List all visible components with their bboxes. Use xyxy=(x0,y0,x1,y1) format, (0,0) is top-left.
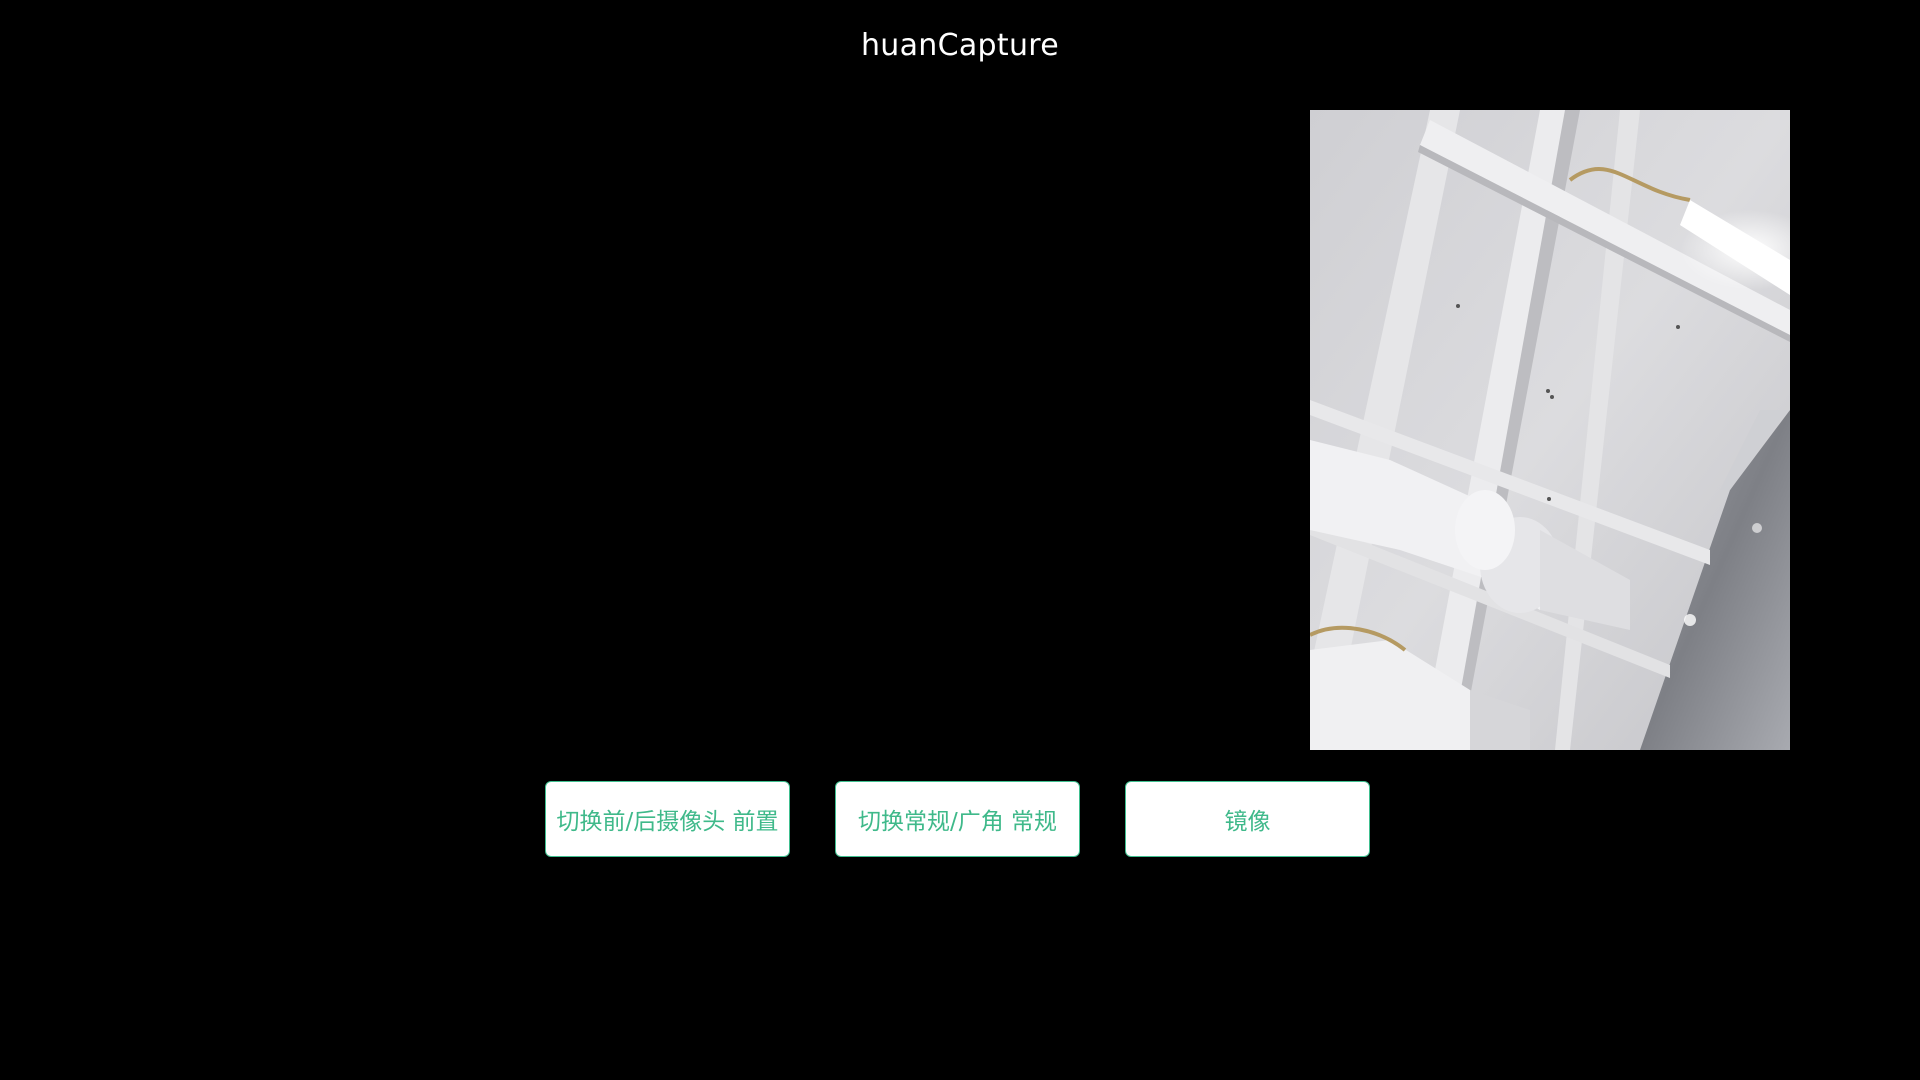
app-screen: huanCapture 切换前/后摄像头 前置 切换常规/广角 常规 镜像 xyxy=(0,0,1920,1080)
app-title: huanCapture xyxy=(860,28,1059,63)
switch-lens-button[interactable]: 切换常规/广角 常规 xyxy=(835,781,1080,857)
camera-preview xyxy=(1310,110,1790,750)
control-buttons: 切换前/后摄像头 前置 切换常规/广角 常规 镜像 xyxy=(545,781,1375,859)
mirror-label: 镜像 xyxy=(1224,809,1271,835)
switch-camera-label: 切换前/后摄像头 前置 xyxy=(556,809,779,835)
switch-lens-label: 切换常规/广角 常规 xyxy=(857,809,1058,835)
camera-preview-image xyxy=(1310,110,1790,750)
mirror-button[interactable]: 镜像 xyxy=(1125,781,1370,857)
switch-camera-button[interactable]: 切换前/后摄像头 前置 xyxy=(545,781,790,857)
